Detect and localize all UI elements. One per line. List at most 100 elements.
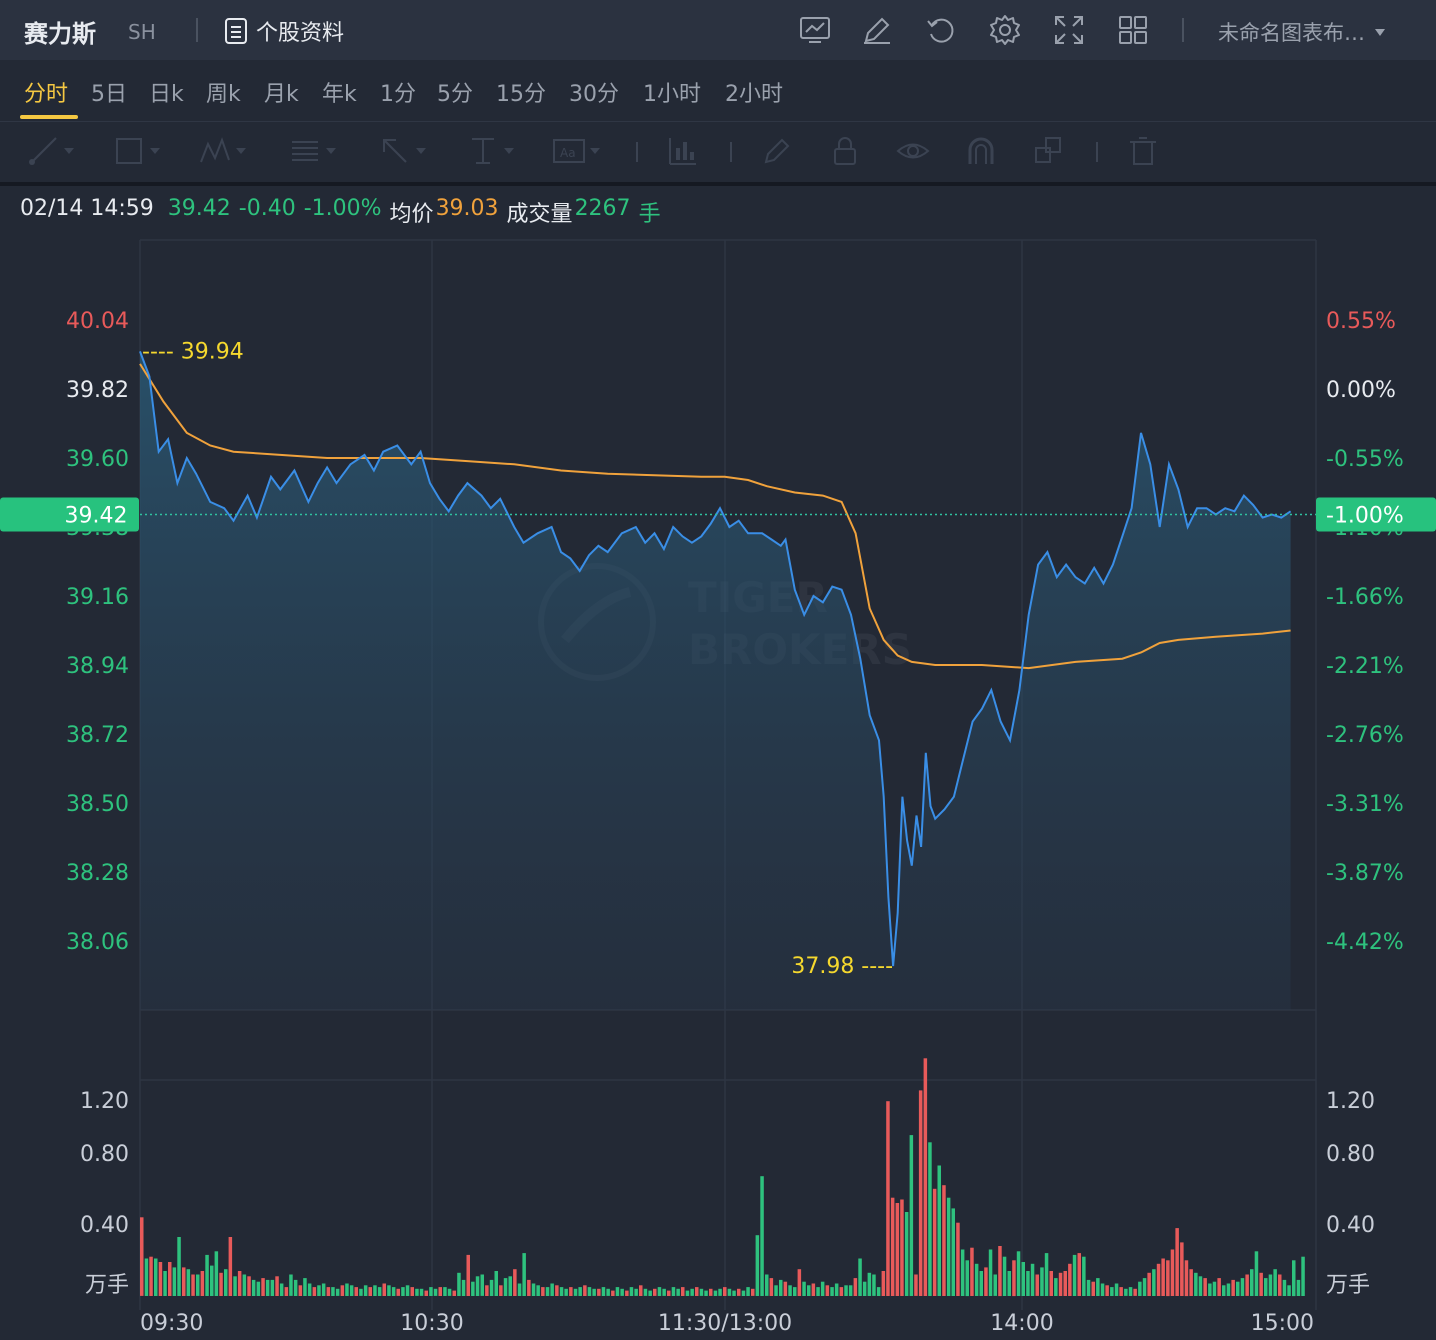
text-tool-icon[interactable] [466,134,514,168]
volume-bar [1245,1274,1249,1296]
tab-15min[interactable]: 15分 [496,76,546,108]
volume-bar [293,1279,298,1296]
grid-layout-icon[interactable] [1116,13,1150,47]
volume-bar [685,1290,690,1296]
volume-bar [811,1283,816,1296]
tab-day-k[interactable]: 日k [149,76,184,108]
line-tool-icon[interactable] [26,134,74,168]
volume-bar [494,1271,498,1296]
brush-icon[interactable] [760,134,794,168]
y-tick-label: -2.21% [1326,654,1404,679]
volume-bar [1026,1271,1030,1296]
tab-30min[interactable]: 30分 [569,76,619,108]
fib-tool-icon[interactable] [288,134,336,168]
rectangle-tool-icon[interactable] [112,134,160,168]
tab-5min[interactable]: 5分 [437,76,473,108]
volume-bar [363,1285,368,1296]
edit-icon[interactable] [860,13,894,47]
period-tabs: 分时 5日 日k 周k 月k 年k 1分 5分 15分 30分 1小时 2小时 [0,60,1436,122]
volume-bar [1049,1271,1053,1296]
eye-icon[interactable] [896,134,930,168]
volume-bar [387,1285,391,1296]
volume-bar [373,1285,377,1296]
divider [1182,18,1184,42]
y-tick-label: 38.72 [66,723,129,748]
annotation-tool-icon[interactable]: Aa [552,134,600,168]
volume-bar [480,1274,484,1296]
volume-bar [144,1258,149,1296]
volume-bar [1072,1254,1077,1296]
volume-bar [531,1283,536,1296]
tab-1hour[interactable]: 1小时 [643,76,701,108]
tab-5day[interactable]: 5日 [91,76,127,108]
volume-bar [970,1247,974,1296]
lock-icon[interactable] [828,134,862,168]
document-icon [225,18,247,44]
volume-bar [1301,1256,1305,1296]
refresh-icon[interactable] [924,13,958,47]
y-tick-label: 38.28 [66,861,129,886]
tab-2hour[interactable]: 2小时 [725,76,783,108]
volume-bar [503,1278,508,1296]
y-tick-label: -4.42% [1326,930,1404,955]
trash-icon[interactable] [1126,134,1160,168]
volume-bar [662,1288,666,1296]
volume-bar [541,1287,545,1296]
gear-icon[interactable] [988,13,1022,47]
volume-bar [154,1258,158,1296]
volume-bar [261,1278,265,1296]
volume-bar [1002,1256,1007,1296]
volume-bar [186,1269,191,1296]
chart-settings-icon[interactable] [798,13,832,47]
volume-bar [177,1237,181,1296]
volume-bar [284,1287,289,1296]
volume-bar [1184,1260,1189,1297]
pattern-tool-icon[interactable] [198,134,246,168]
market-code: SH [128,20,156,44]
arrow-tool-icon[interactable] [378,134,426,168]
volume-bar [695,1287,699,1296]
volume-bar [657,1287,662,1296]
volume-bar [457,1272,461,1296]
volume-bar [1105,1285,1109,1296]
volume-bar [396,1288,400,1296]
volume-bar [844,1285,848,1296]
indicator-icon[interactable] [666,134,700,168]
volume-bar [867,1272,872,1296]
volume-bar [485,1285,489,1296]
volume-bar [1054,1278,1058,1296]
volume-bar [1194,1272,1198,1296]
layout-selector[interactable]: 未命名图表布… [1218,17,1385,47]
volume-bar [946,1197,951,1296]
volume-bar [974,1263,979,1296]
fullscreen-icon[interactable] [1052,13,1086,47]
volume-bar [461,1279,466,1296]
tab-week-k[interactable]: 周k [206,76,241,108]
volume-bar [937,1165,941,1296]
magnet-icon[interactable] [964,134,998,168]
y-tick-label: 39.60 [66,447,129,472]
volume-bar [1208,1283,1212,1296]
intraday-chart[interactable]: TIGER BROKERS 40.0439.8239.6039.3839.163… [0,230,1436,1340]
quote-datetime: 02/14 14:59 [20,196,154,221]
volume-bar [265,1279,270,1296]
volume-bar [625,1290,629,1296]
tab-intraday[interactable]: 分时 [24,76,68,108]
tab-month-k[interactable]: 月k [264,76,299,108]
volume-bar [569,1287,573,1296]
stock-profile-button[interactable]: 个股资料 [224,14,344,48]
quote-change: -0.40 [238,196,296,221]
tab-year-k[interactable]: 年k [322,76,357,108]
volume-bar [1124,1288,1128,1296]
volume-bar [1119,1287,1123,1296]
volume-bar [881,1271,886,1296]
layers-icon[interactable] [1032,134,1066,168]
volume-bar [513,1269,517,1296]
volume-bar [433,1288,438,1296]
tab-1min[interactable]: 1分 [380,76,416,108]
volume-bar [1128,1287,1133,1296]
current-pct-label: -1.00% [1326,503,1404,528]
volume-bar [1175,1228,1179,1296]
volume-bar [1236,1281,1240,1296]
volume-bar [1068,1263,1072,1296]
